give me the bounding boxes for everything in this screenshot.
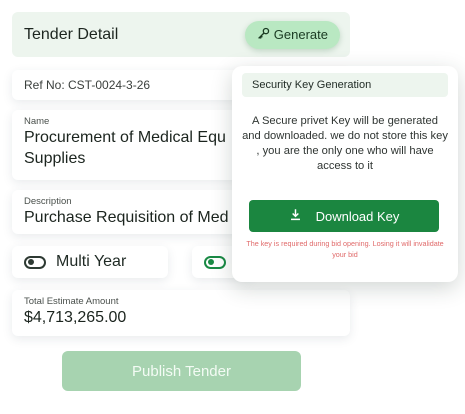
modal-title: Security Key Generation [242, 73, 448, 97]
generate-label: Generate [273, 27, 328, 42]
download-label: Download Key [315, 208, 400, 224]
generate-button[interactable]: Generate [244, 20, 340, 49]
amount-value: $4,713,265.00 [24, 309, 127, 326]
amount-label: Total Estimate Amount [24, 296, 119, 307]
publish-tender-button[interactable]: Publish Tender [62, 351, 301, 391]
multi-year-label: Multi Year [56, 253, 127, 270]
download-icon [289, 208, 302, 224]
multi-year-toggle-card[interactable]: Multi Year [12, 246, 168, 278]
total-estimate-field[interactable]: Total Estimate Amount $4,713,265.00 [12, 290, 350, 336]
key-icon [257, 27, 270, 43]
multi-year-toggle[interactable] [24, 255, 46, 269]
second-toggle[interactable] [204, 255, 226, 269]
tender-detail-header: Tender Detail Generate [12, 12, 350, 57]
modal-warning: The key is required during bid opening. … [246, 239, 444, 259]
page-title: Tender Detail [24, 25, 119, 43]
security-key-modal: Security Key Generation A Secure privet … [232, 66, 458, 282]
modal-message: A Secure privet Key will be generated an… [242, 115, 448, 172]
download-key-button[interactable]: Download Key [249, 200, 439, 232]
